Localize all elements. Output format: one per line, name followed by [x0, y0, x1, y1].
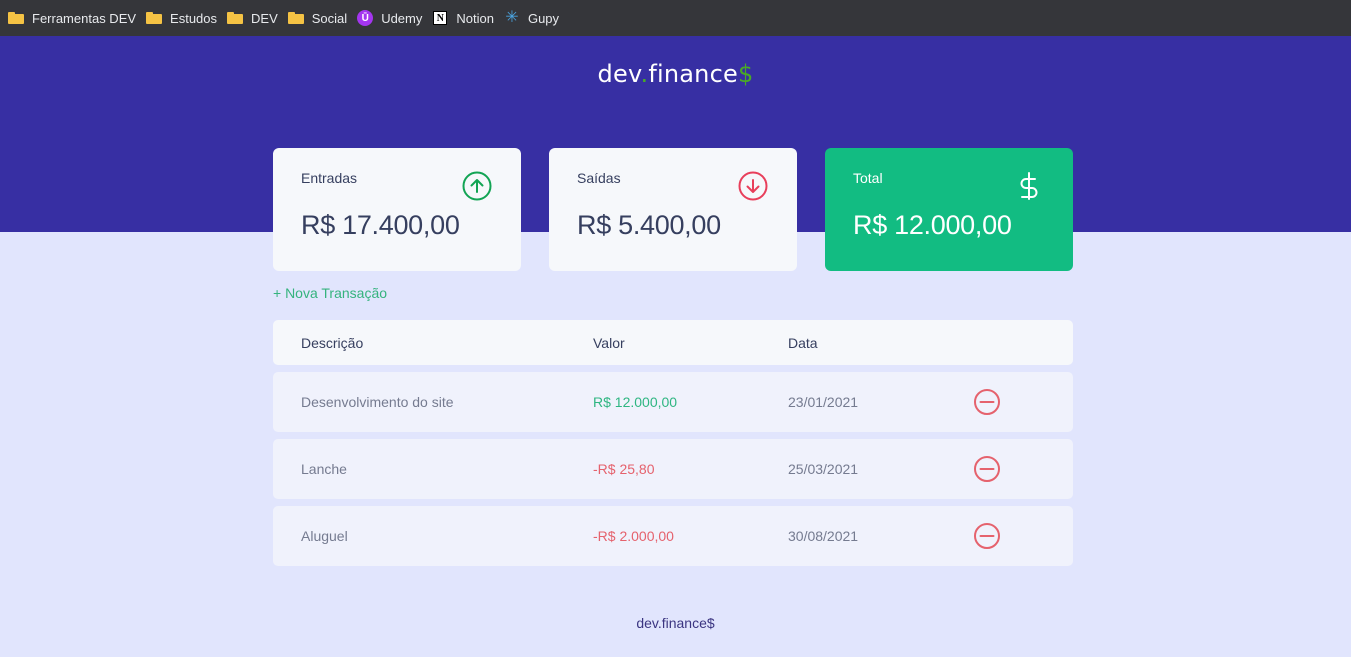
row-value: -R$ 25,80: [593, 461, 655, 477]
remove-transaction-icon[interactable]: [973, 388, 1001, 416]
total-card: Total R$ 12.000,00: [825, 148, 1073, 271]
row-value: -R$ 2.000,00: [593, 528, 674, 544]
transactions-table: Descrição Valor Data Desenvolvimento do …: [273, 320, 1073, 566]
bookmark-label: Estudos: [170, 10, 218, 26]
bookmark-udemy[interactable]: Ū Udemy: [355, 4, 430, 32]
row-value: R$ 12.000,00: [593, 394, 678, 410]
bookmark-gupy[interactable]: ✳ Gupy: [502, 4, 567, 32]
table-row: Aluguel -R$ 2.000,00 30/08/2021: [273, 506, 1073, 566]
bookmark-label: Social: [311, 10, 348, 26]
bookmark-label: Ferramentas DEV: [32, 10, 137, 26]
logo-dollar: $: [737, 60, 754, 88]
bookmark-label: DEV: [251, 10, 278, 26]
row-description: Lanche: [301, 461, 347, 477]
header-description: Descrição: [301, 334, 364, 351]
bookmark-estudos[interactable]: Estudos: [144, 4, 225, 32]
notion-icon: N: [432, 10, 448, 26]
logo: dev.finance$: [0, 60, 1351, 88]
udemy-icon: Ū: [357, 10, 374, 26]
logo-rest: finance: [648, 60, 738, 88]
expense-card: Saídas R$ 5.400,00: [549, 148, 797, 271]
bookmark-ferramentas-dev[interactable]: Ferramentas DEV: [6, 4, 144, 32]
arrow-up-circle-icon: [462, 171, 492, 201]
table-row: Lanche -R$ 25,80 25/03/2021: [273, 439, 1073, 499]
dollar-icon: [1020, 172, 1038, 200]
remove-transaction-icon[interactable]: [973, 455, 1001, 483]
gupy-icon: ✳: [505, 9, 519, 26]
table-row: Desenvolvimento do site R$ 12.000,00 23/…: [273, 372, 1073, 432]
folder-icon: [287, 10, 304, 26]
row-description: Desenvolvimento do site: [301, 394, 454, 410]
folder-icon: [8, 10, 24, 26]
bookmark-social[interactable]: Social: [286, 4, 355, 32]
bookmark-label: Gupy: [527, 10, 560, 26]
balance-cards: Entradas R$ 17.400,00 Saídas R$ 5.400,00…: [273, 148, 1073, 271]
header-value: Valor: [593, 334, 625, 351]
folder-icon: [146, 10, 163, 26]
arrow-down-circle-icon: [738, 171, 768, 201]
header-date: Data: [788, 334, 818, 351]
row-date: 23/01/2021: [788, 394, 859, 410]
logo-main: dev: [597, 60, 641, 88]
bookmarks-bar: Ferramentas DEV Estudos DEV Social Ū Ude…: [0, 0, 1351, 36]
new-transaction-button[interactable]: + Nova Transação: [273, 285, 387, 301]
remove-transaction-icon[interactable]: [973, 522, 1001, 550]
row-date: 30/08/2021: [788, 528, 859, 544]
total-amount: R$ 12.000,00: [853, 210, 1012, 240]
row-date: 25/03/2021: [788, 461, 859, 477]
bookmark-dev[interactable]: DEV: [225, 4, 286, 32]
income-card: Entradas R$ 17.400,00: [273, 148, 521, 271]
expense-amount: R$ 5.400,00: [577, 210, 721, 240]
income-amount: R$ 17.400,00: [301, 210, 460, 240]
row-description: Aluguel: [301, 528, 348, 544]
footer-text: dev.finance$: [636, 615, 715, 631]
bookmark-label: Udemy: [381, 10, 423, 26]
folder-icon: [227, 10, 244, 26]
table-header: Descrição Valor Data: [273, 320, 1073, 365]
bookmark-label: Notion: [456, 10, 494, 26]
bookmark-notion[interactable]: N Notion: [430, 4, 502, 32]
